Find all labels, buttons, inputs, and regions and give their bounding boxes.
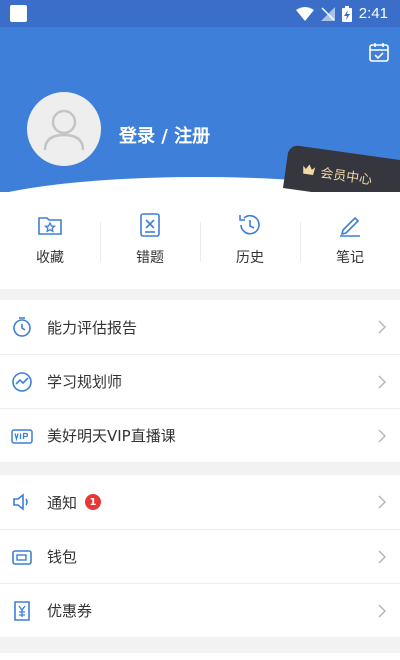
menu-item-label: 能力评估报告 xyxy=(47,318,138,337)
notification-app-icon xyxy=(10,5,27,22)
status-time: 2:41 xyxy=(358,5,388,22)
profile-header: 登录 / 注册 会员中心 xyxy=(0,27,400,192)
notification-count-badge: 1 xyxy=(85,494,102,510)
crown-icon xyxy=(303,164,316,176)
login-register-link[interactable]: 登录 / 注册 xyxy=(119,122,210,148)
vip-center-label: 会员中心 xyxy=(319,165,373,188)
calendar-check-icon[interactable] xyxy=(368,41,390,63)
menu-item-label: 美好明天VIP直播课 xyxy=(47,427,176,445)
quick-history[interactable]: 历史 xyxy=(200,192,300,289)
user-placeholder-icon xyxy=(43,109,85,151)
quick-wrong-questions-label: 错题 xyxy=(136,250,164,266)
stopwatch-icon xyxy=(13,317,31,337)
quick-history-label: 历史 xyxy=(236,250,264,266)
chevron-right-icon xyxy=(378,604,386,618)
menu-item-coupons[interactable]: 优惠券 xyxy=(0,583,400,637)
quick-actions: 收藏 错题 历史 笔记 xyxy=(0,192,400,289)
chevron-right-icon xyxy=(378,320,386,334)
menu-item-ability-report[interactable]: 能力评估报告 xyxy=(0,300,400,354)
menu-item-label: 学习规划师 xyxy=(47,373,123,391)
chevron-right-icon xyxy=(378,429,386,443)
chevron-right-icon xyxy=(378,550,386,564)
wrong-question-icon xyxy=(140,213,160,237)
quick-favorites[interactable]: 收藏 xyxy=(0,192,100,289)
pencil-icon xyxy=(340,216,360,237)
battery-charging-icon xyxy=(341,5,352,22)
star-folder-icon xyxy=(38,217,62,235)
menu-item-study-planner[interactable]: 学习规划师 xyxy=(0,354,400,408)
wallet-icon xyxy=(12,549,32,565)
menu-item-wallet[interactable]: 钱包 xyxy=(0,529,400,583)
trend-circle-icon xyxy=(12,371,32,392)
next-group-partial xyxy=(0,653,400,660)
menu-item-label: 优惠券 xyxy=(47,602,93,620)
menu-group-account: 通知 1 钱包 优惠券 xyxy=(0,475,400,637)
wifi-icon xyxy=(295,6,314,21)
vip-center-button[interactable]: 会员中心 xyxy=(283,144,400,192)
status-bar: 2:41 xyxy=(0,0,400,27)
vip-icon xyxy=(11,428,33,444)
quick-notes[interactable]: 笔记 xyxy=(300,192,400,289)
coupon-icon xyxy=(14,600,30,621)
menu-item-label: 钱包 xyxy=(47,548,78,566)
quick-notes-label: 笔记 xyxy=(336,250,364,266)
menu-item-label: 通知 xyxy=(47,493,78,512)
quick-wrong-questions[interactable]: 错题 xyxy=(100,192,200,289)
history-clock-icon xyxy=(239,214,260,235)
chevron-right-icon xyxy=(378,495,386,509)
speaker-icon xyxy=(13,493,28,511)
menu-item-notifications[interactable]: 通知 1 xyxy=(0,475,400,529)
menu-item-vip-live-course[interactable]: 美好明天VIP直播课 xyxy=(0,408,400,462)
avatar[interactable] xyxy=(27,92,101,166)
no-signal-icon xyxy=(320,6,335,21)
menu-group-study: 能力评估报告 学习规划师 美好明天VIP直播课 xyxy=(0,300,400,462)
chevron-right-icon xyxy=(378,375,386,389)
quick-favorites-label: 收藏 xyxy=(36,250,64,266)
